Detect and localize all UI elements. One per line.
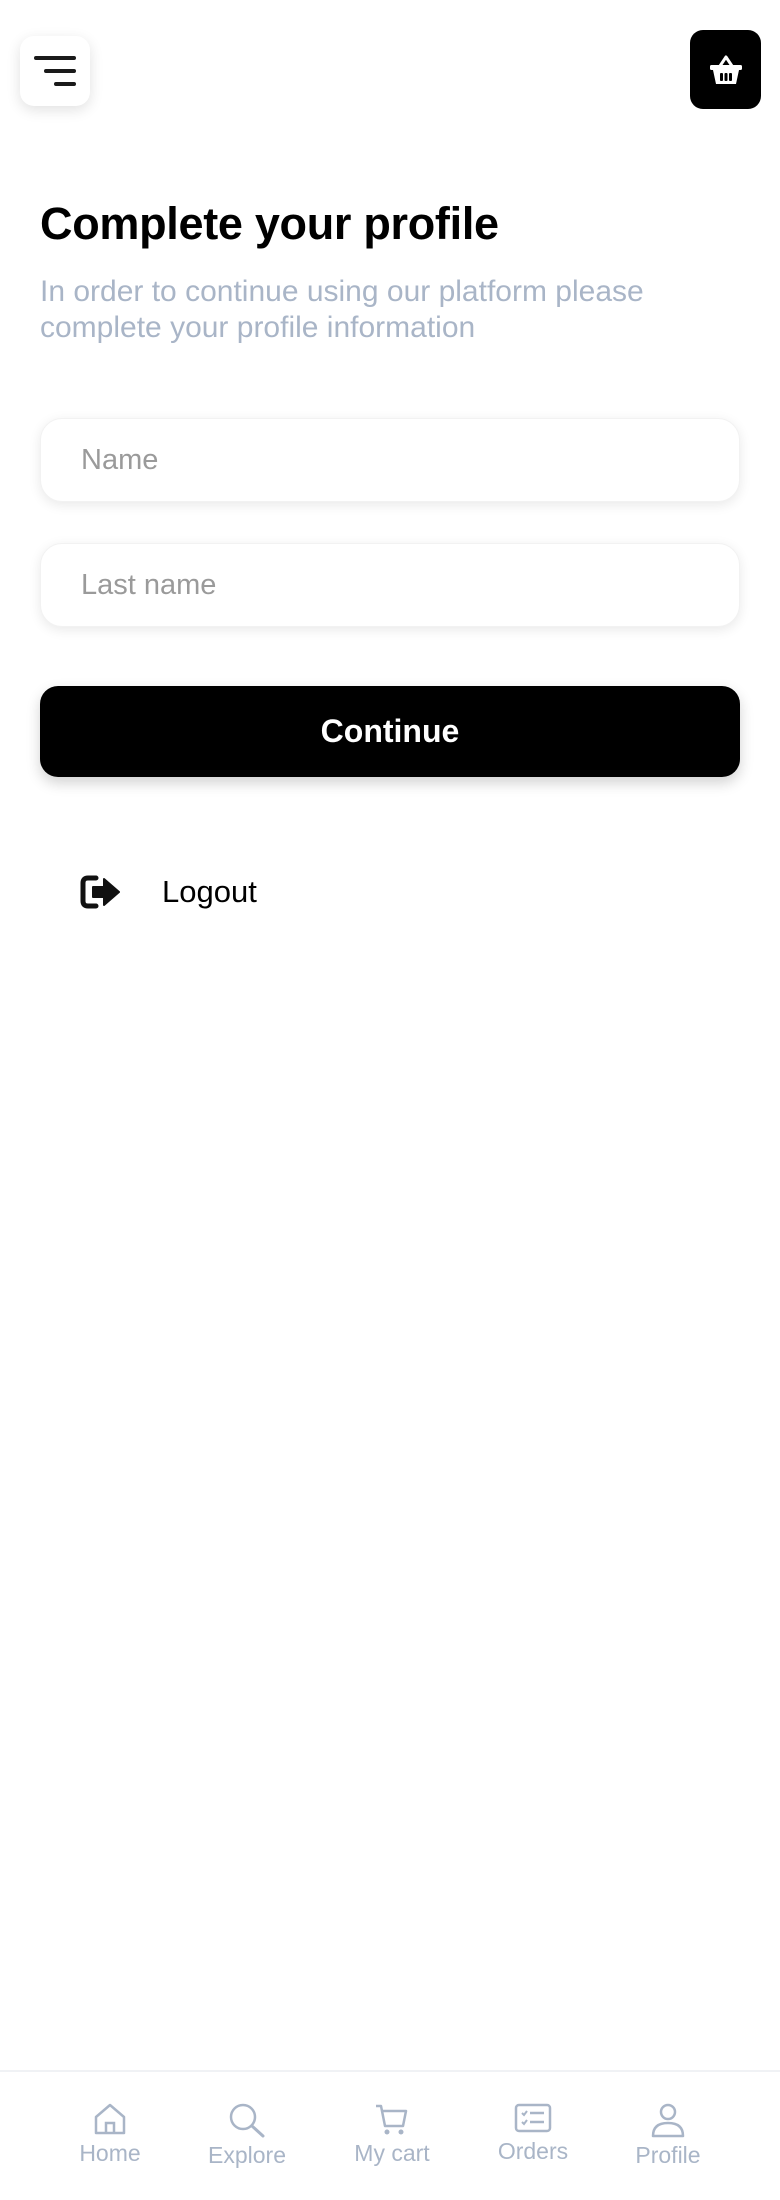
tab-my-cart-label: My cart <box>354 2140 430 2166</box>
logout-button[interactable]: Logout <box>80 866 257 918</box>
bottom-tab-bar: Home Explore My cart Orders Profile <box>0 2070 780 2200</box>
tab-profile-label: Profile <box>635 2142 701 2168</box>
cart-button[interactable] <box>690 30 761 109</box>
page-title: Complete your profile <box>40 198 499 249</box>
name-field-wrapper <box>40 418 740 502</box>
page-subtitle: In order to continue using our platform … <box>40 275 644 344</box>
tab-orders-label: Orders <box>497 2138 569 2164</box>
tab-my-cart[interactable]: My cart <box>332 2072 452 2200</box>
home-icon <box>94 2103 126 2135</box>
name-input[interactable] <box>41 419 739 501</box>
tab-orders[interactable]: Orders <box>473 2072 593 2200</box>
tab-home[interactable]: Home <box>50 2072 170 2200</box>
last-name-input[interactable] <box>41 544 739 626</box>
profile-icon <box>651 2103 685 2138</box>
orders-icon <box>514 2103 552 2133</box>
logout-label: Logout <box>162 874 257 909</box>
last-name-field-wrapper <box>40 543 740 627</box>
continue-button[interactable]: Continue <box>40 686 740 777</box>
tab-explore-label: Explore <box>208 2142 286 2168</box>
tab-profile[interactable]: Profile <box>608 2072 728 2200</box>
tab-home-label: Home <box>79 2140 141 2166</box>
tab-explore[interactable]: Explore <box>187 2072 307 2200</box>
logout-icon <box>80 875 120 909</box>
menu-icon <box>34 56 76 86</box>
basket-icon <box>709 55 742 84</box>
menu-button[interactable] <box>20 36 90 106</box>
search-icon <box>229 2103 265 2138</box>
cart-icon <box>376 2104 408 2135</box>
